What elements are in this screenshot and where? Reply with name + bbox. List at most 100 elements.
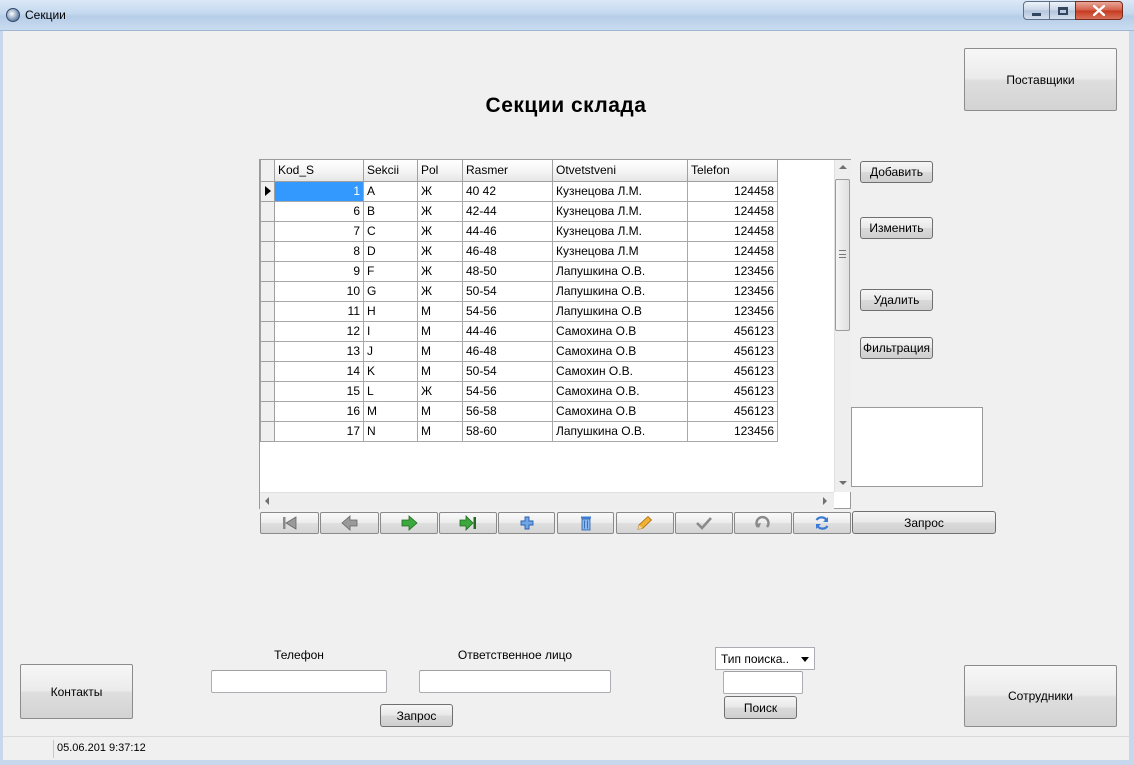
suppliers-button[interactable]: Поставщики [964,48,1117,111]
cell-rasmer[interactable]: 50-54 [462,360,553,382]
cell-otvetstveni[interactable]: Самохина О.В [552,400,688,422]
scroll-down-arrow-icon[interactable] [839,481,847,485]
close-button[interactable] [1075,1,1123,20]
row-indicator[interactable] [260,320,275,342]
nav-next-button[interactable] [380,512,438,534]
cell-kod-s[interactable]: 9 [274,260,364,282]
horizontal-scrollbar[interactable] [260,492,834,509]
cell-kod-s[interactable]: 7 [274,220,364,242]
cell-otvetstveni[interactable]: Кузнецова Л.М. [552,180,688,202]
contacts-button[interactable]: Контакты [20,664,133,719]
cell-pol[interactable]: М [417,340,463,362]
row-indicator[interactable] [260,420,275,442]
cell-otvetstveni[interactable]: Лапушкина О.В. [552,260,688,282]
cell-kod-s[interactable]: 14 [274,360,364,382]
cell-rasmer[interactable]: 48-50 [462,260,553,282]
memo-box[interactable] [851,407,983,487]
cell-rasmer[interactable]: 46-48 [462,340,553,362]
cell-pol[interactable]: Ж [417,180,463,202]
cell-telefon[interactable]: 124458 [687,240,778,262]
sections-grid[interactable]: Kod_S Sekcii Pol Rasmer Otvetstveni Tele… [259,159,851,509]
column-header-rasmer[interactable]: Rasmer [462,160,553,182]
cell-telefon[interactable]: 456123 [687,320,778,342]
column-header-pol[interactable]: Pol [417,160,463,182]
scroll-left-arrow-icon[interactable] [265,497,269,505]
cell-sekcii[interactable]: L [363,380,418,402]
cell-kod-s[interactable]: 6 [274,200,364,222]
table-row[interactable]: 6 B Ж 42-44 Кузнецова Л.М. 124458 [260,200,778,222]
nav-post-button[interactable] [675,512,733,534]
cell-telefon[interactable]: 123456 [687,280,778,302]
cell-kod-s[interactable]: 17 [274,420,364,442]
nav-cancel-button[interactable] [734,512,792,534]
cell-rasmer[interactable]: 40 42 [462,180,553,202]
cell-kod-s[interactable]: 12 [274,320,364,342]
cell-sekcii[interactable]: J [363,340,418,362]
cell-pol[interactable]: М [417,360,463,382]
cell-rasmer[interactable]: 42-44 [462,200,553,222]
cell-kod-s[interactable]: 16 [274,400,364,422]
cell-pol[interactable]: Ж [417,380,463,402]
phone-input[interactable] [211,670,387,693]
table-row[interactable]: 7 C Ж 44-46 Кузнецова Л.М. 124458 [260,220,778,242]
cell-pol[interactable]: М [417,400,463,422]
nav-first-button[interactable] [260,512,319,534]
nav-delete-button[interactable] [557,512,614,534]
edit-button[interactable]: Изменить [860,217,933,239]
search-type-select[interactable]: Тип поиска.. [715,647,815,670]
cell-telefon[interactable]: 124458 [687,220,778,242]
nav-last-button[interactable] [439,512,497,534]
table-row[interactable]: 8 D Ж 46-48 Кузнецова Л.М 124458 [260,240,778,262]
cell-rasmer[interactable]: 58-60 [462,420,553,442]
cell-otvetstveni[interactable]: Самохина О.В [552,340,688,362]
cell-otvetstveni[interactable]: Кузнецова Л.М [552,240,688,262]
search-button[interactable]: Поиск [724,696,797,719]
row-indicator[interactable] [260,400,275,422]
row-indicator[interactable] [260,280,275,302]
cell-kod-s[interactable]: 1 [274,180,364,202]
cell-rasmer[interactable]: 56-58 [462,400,553,422]
row-indicator[interactable] [260,200,275,222]
cell-otvetstveni[interactable]: Самохина О.В [552,320,688,342]
cell-pol[interactable]: Ж [417,200,463,222]
cell-sekcii[interactable]: K [363,360,418,382]
scroll-up-arrow-icon[interactable] [839,165,847,169]
column-header-telefon[interactable]: Telefon [687,160,778,182]
cell-kod-s[interactable]: 8 [274,240,364,262]
cell-sekcii[interactable]: C [363,220,418,242]
table-row[interactable]: 11 H М 54-56 Лапушкина О.В 123456 [260,300,778,322]
table-row[interactable]: 16 M М 56-58 Самохина О.В 456123 [260,400,778,422]
cell-telefon[interactable]: 123456 [687,260,778,282]
cell-sekcii[interactable]: I [363,320,418,342]
cell-sekcii[interactable]: F [363,260,418,282]
cell-pol[interactable]: Ж [417,280,463,302]
filter-button[interactable]: Фильтрация [860,337,933,359]
row-indicator[interactable] [260,260,275,282]
row-indicator[interactable] [260,380,275,402]
cell-rasmer[interactable]: 54-56 [462,380,553,402]
table-row[interactable]: 17 N М 58-60 Лапушкина О.В. 123456 [260,420,778,442]
table-row[interactable]: 1 A Ж 40 42 Кузнецова Л.М. 124458 [260,180,778,202]
row-indicator[interactable] [260,180,275,202]
cell-otvetstveni[interactable]: Самохина О.В. [552,380,688,402]
row-indicator[interactable] [260,220,275,242]
add-button[interactable]: Добавить [860,161,933,183]
cell-otvetstveni[interactable]: Кузнецова Л.М. [552,220,688,242]
cell-kod-s[interactable]: 15 [274,380,364,402]
cell-pol[interactable]: М [417,300,463,322]
cell-sekcii[interactable]: M [363,400,418,422]
cell-rasmer[interactable]: 44-46 [462,320,553,342]
employees-button[interactable]: Сотрудники [964,665,1117,727]
search-input[interactable] [723,671,803,694]
cell-telefon[interactable]: 456123 [687,380,778,402]
cell-rasmer[interactable]: 46-48 [462,240,553,262]
nav-refresh-button[interactable] [793,512,851,534]
column-header-kod-s[interactable]: Kod_S [274,160,364,182]
cell-sekcii[interactable]: G [363,280,418,302]
row-indicator[interactable] [260,240,275,262]
table-row[interactable]: 9 F Ж 48-50 Лапушкина О.В. 123456 [260,260,778,282]
cell-telefon[interactable]: 123456 [687,420,778,442]
cell-otvetstveni[interactable]: Лапушкина О.В. [552,280,688,302]
cell-sekcii[interactable]: H [363,300,418,322]
cell-pol[interactable]: Ж [417,240,463,262]
